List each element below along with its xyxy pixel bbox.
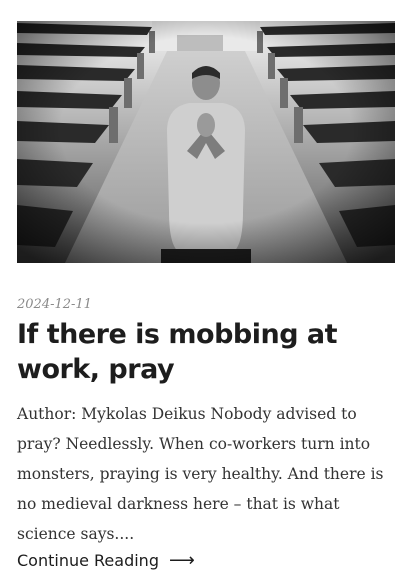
post-title-link[interactable]: If there is mobbing at work, pray: [17, 319, 338, 385]
continue-reading-link[interactable]: Continue Reading ⟶: [17, 551, 195, 570]
post-title[interactable]: If there is mobbing at work, pray: [17, 317, 395, 387]
post-featured-image[interactable]: [17, 21, 395, 263]
post-excerpt: Author: Mykolas Deikus Nobody advised to…: [17, 405, 384, 543]
church-photo: [17, 21, 395, 263]
arrow-right-icon: ⟶: [168, 549, 195, 571]
post-card: 2024-12-11 If there is mobbing at work, …: [17, 21, 395, 571]
post-date: 2024-12-11: [17, 297, 92, 312]
continue-reading-label: Continue Reading: [17, 551, 159, 570]
